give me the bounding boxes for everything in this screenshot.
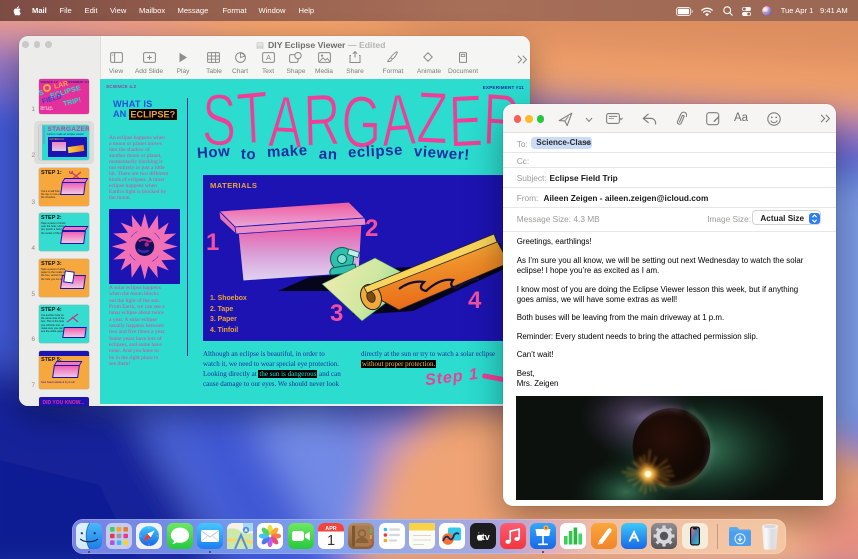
svg-text:tv: tv <box>481 532 489 542</box>
svg-text:1: 1 <box>327 533 335 549</box>
svg-text:APR: APR <box>325 526 336 532</box>
svg-text:1: 1 <box>206 229 219 256</box>
svg-text:3: 3 <box>330 300 343 327</box>
svg-text:4: 4 <box>468 287 482 314</box>
svg-text:A: A <box>266 53 271 62</box>
svg-text:2: 2 <box>365 215 378 242</box>
